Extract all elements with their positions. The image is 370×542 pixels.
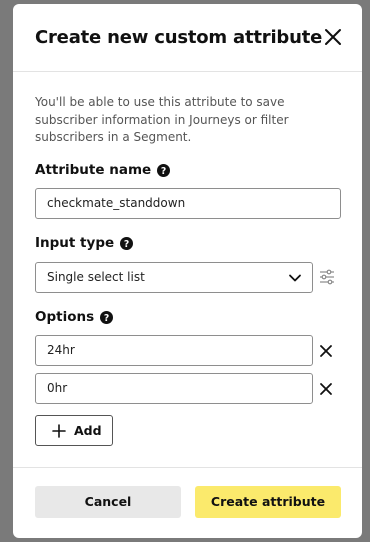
svg-text:?: ? — [161, 165, 166, 176]
plus-icon — [52, 423, 66, 438]
close-icon[interactable] — [322, 26, 344, 48]
input-type-selected-value: Single select list — [47, 270, 145, 284]
options-label: Options — [35, 309, 95, 325]
modal-description: You'll be able to use this attribute to … — [35, 95, 289, 144]
svg-text:?: ? — [104, 312, 109, 323]
input-type-label: Input type — [35, 235, 115, 251]
modal-header: Create new custom attribute — [13, 4, 362, 72]
help-icon[interactable]: ? — [120, 236, 134, 250]
add-option-button[interactable]: Add — [35, 415, 113, 446]
help-icon[interactable]: ? — [157, 163, 171, 177]
options-label-row: Options ? — [35, 309, 114, 325]
svg-text:?: ? — [124, 238, 129, 249]
option-input[interactable]: 0hr — [35, 373, 313, 404]
add-option-label: Add — [74, 423, 102, 438]
help-icon[interactable]: ? — [100, 310, 114, 324]
cancel-button[interactable]: Cancel — [35, 486, 181, 518]
attribute-name-label-row: Attribute name ? — [35, 162, 171, 178]
create-attribute-modal: Create new custom attribute You'll be ab… — [13, 4, 362, 538]
modal-footer: Cancel Create attribute — [13, 467, 362, 538]
modal-title: Create new custom attribute — [35, 27, 323, 48]
input-type-label-row: Input type ? — [35, 235, 134, 251]
option-input[interactable]: 24hr — [35, 335, 313, 366]
remove-option-icon[interactable] — [319, 344, 333, 358]
input-type-select[interactable]: Single select list — [35, 262, 313, 293]
attribute-name-input[interactable]: checkmate_standdown — [35, 188, 341, 219]
create-attribute-button[interactable]: Create attribute — [195, 486, 341, 518]
chevron-down-icon — [289, 274, 301, 282]
settings-sliders-icon[interactable] — [319, 269, 335, 285]
remove-option-icon[interactable] — [319, 382, 333, 396]
attribute-name-label: Attribute name — [35, 162, 152, 178]
